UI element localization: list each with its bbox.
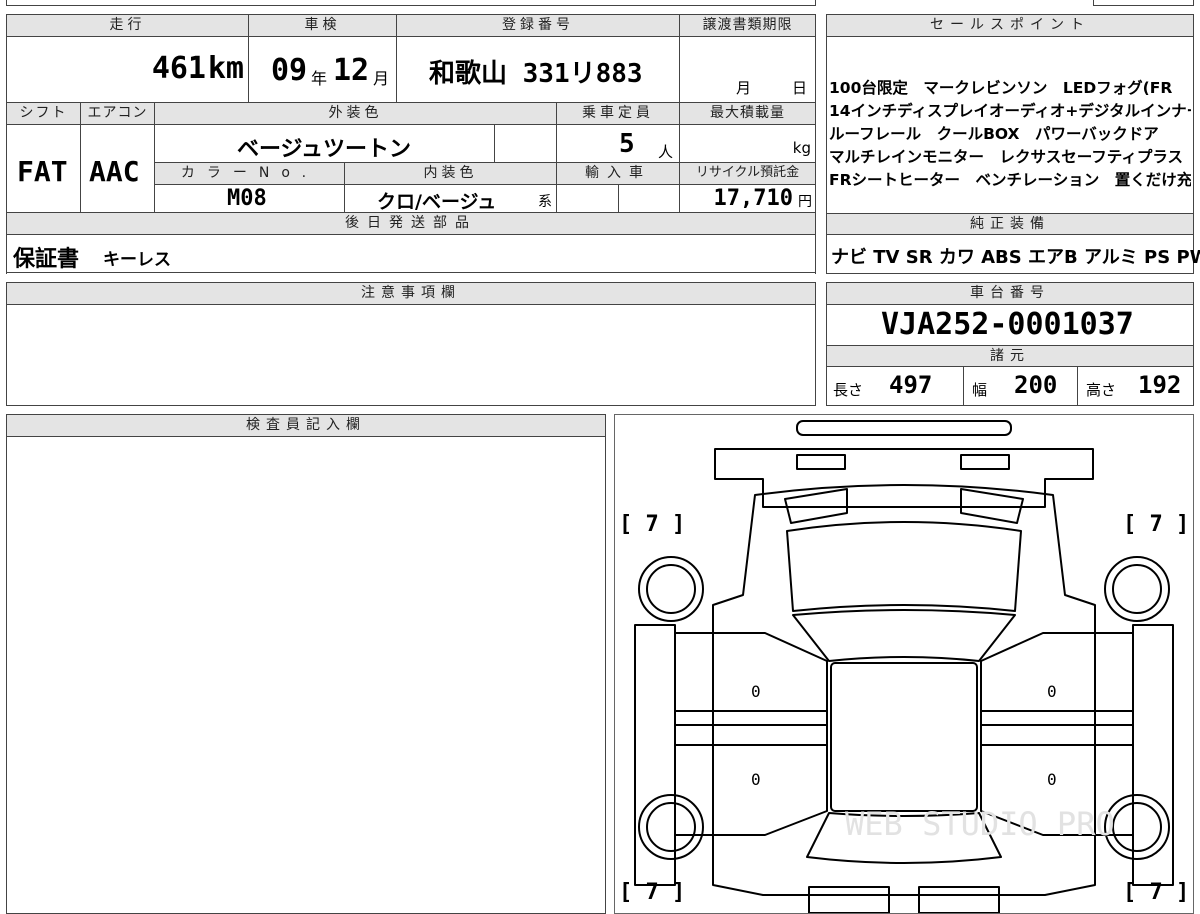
- watermark-text: WEB STUDIO PRO: [845, 805, 1115, 843]
- exterior-color-sub: [495, 125, 557, 163]
- genuine-equipment-header: 純正装備: [827, 213, 1193, 235]
- import-header: 輸入車: [557, 163, 680, 185]
- inspection-month: 12: [333, 53, 370, 88]
- max-load-header: 最大積載量: [680, 103, 815, 125]
- import-cell-right: [619, 185, 680, 213]
- registration-value: 和歌山 331リ883: [429, 59, 643, 89]
- notes-box: 注意事項欄: [6, 282, 816, 406]
- length-value: 497: [889, 371, 933, 399]
- door-mark-front-right: 0: [1047, 682, 1057, 701]
- later-parts-header: 後日発送部品: [7, 213, 815, 235]
- recycle-cell: 17,710 円: [680, 185, 815, 213]
- sales-point-line: FRシートヒーター ベンチレーション 置くだけ充: [829, 171, 1191, 189]
- door-mark-rear-right: 0: [1047, 770, 1057, 789]
- interior-color-value: クロ/ベージュ: [377, 191, 497, 213]
- tire-mark-rear-left: [ 7 ]: [619, 880, 685, 905]
- exterior-color-header: 外装色: [155, 103, 557, 125]
- interior-color-header: 内装色: [345, 163, 557, 185]
- inspector-box: 検査員記入欄: [6, 414, 606, 914]
- later-parts-value: 保証書: [13, 247, 80, 272]
- sales-point-line: 100台限定 マークレビンソン LEDフォグ(FR: [829, 79, 1173, 97]
- capacity-value: 5: [619, 129, 635, 159]
- chassis-box: 車台番号 VJA252-0001037 諸元 長さ 497 幅 200 高さ 1…: [826, 282, 1194, 406]
- later-parts-cell: 保証書 キーレス: [7, 235, 815, 273]
- exterior-color-cell: ベージュツートン: [155, 125, 495, 163]
- recycle-unit: 円: [798, 194, 812, 210]
- sales-point-line: 14インチディスプレイオーディオ+デジタルインナーミラ: [829, 102, 1191, 120]
- spec-length: 長さ 497: [827, 367, 964, 405]
- registration-cell: 和歌山 331リ883: [397, 37, 680, 103]
- inspector-header: 検査員記入欄: [7, 415, 605, 437]
- interior-color-cell: クロ/ベージュ 系: [345, 185, 557, 213]
- aircon-value: AAC: [89, 155, 140, 188]
- transfer-deadline-header: 譲渡書類期限: [680, 15, 815, 37]
- tire-mark-rear-right: [ 7 ]: [1123, 880, 1189, 905]
- capacity-unit: 人: [657, 143, 673, 161]
- sales-points-list: 100台限定 マークレビンソン LEDフォグ(FR 14インチディスプレイオーデ…: [829, 77, 1191, 192]
- max-load-cell: kg: [680, 125, 815, 163]
- capacity-header: 乗車定員: [557, 103, 680, 125]
- sales-point-line: マルチレインモニター レクサスセーフティプラス: [829, 148, 1184, 166]
- spec-width: 幅 200: [964, 367, 1078, 405]
- spec-height: 高さ 192: [1078, 367, 1193, 405]
- shift-header: シフト: [7, 103, 81, 125]
- genuine-equipment-value: ナビ TV SR カワ ABS エアB アルミ PS PW: [831, 247, 1200, 268]
- sales-point-line: ルーフレール クールBOX パワーバックドア: [829, 125, 1159, 143]
- mileage-header: 走行: [7, 15, 249, 37]
- inspection-year: 09: [271, 53, 308, 88]
- height-value: 192: [1138, 371, 1182, 399]
- shift-cell: FAT: [7, 125, 81, 213]
- sales-points-header: セールスポイント: [827, 15, 1193, 37]
- vehicle-info-table: 走行 車検 登録番号 譲渡書類期限 461 km 09 年 12 月 和歌山 3…: [6, 14, 816, 274]
- top-strip-left: [6, 0, 816, 6]
- inspection-year-unit: 年: [311, 69, 328, 88]
- transfer-month-unit: 月: [736, 79, 752, 97]
- registration-header: 登録番号: [397, 15, 680, 37]
- capacity-cell: 5 人: [557, 125, 680, 163]
- transfer-deadline-cell: 月 日: [680, 37, 815, 103]
- length-label: 長さ: [833, 381, 864, 399]
- inspection-month-unit: 月: [373, 69, 390, 88]
- recycle-header: リサイクル預託金: [680, 163, 815, 185]
- shift-value: FAT: [17, 155, 68, 188]
- inspection-header: 車検: [249, 15, 397, 37]
- top-strip-right: [1093, 0, 1194, 6]
- transfer-day-unit: 日: [791, 79, 807, 97]
- spec-header: 諸元: [827, 345, 1193, 367]
- aircon-cell: AAC: [81, 125, 155, 213]
- width-value: 200: [1014, 371, 1058, 399]
- height-label: 高さ: [1086, 381, 1117, 399]
- later-parts-extra: キーレス: [103, 250, 171, 270]
- vehicle-diagram-box: [ 7 ] [ 7 ] [ 7 ] [ 7 ] 0 0 0 0 WEB STUD…: [614, 414, 1194, 914]
- vehicle-diagram: [ 7 ] [ 7 ] [ 7 ] [ 7 ] 0 0 0 0 WEB STUD…: [619, 420, 1189, 913]
- chassis-number: VJA252-0001037: [881, 307, 1134, 342]
- max-load-unit: kg: [792, 139, 811, 157]
- notes-header: 注意事項欄: [7, 283, 815, 305]
- tire-mark-front-left: [ 7 ]: [619, 512, 685, 537]
- color-no-value: M08: [227, 186, 267, 211]
- color-no-header: カラーNo.: [155, 163, 345, 185]
- tire-mark-front-right: [ 7 ]: [1123, 512, 1189, 537]
- door-mark-rear-left: 0: [751, 770, 761, 789]
- aircon-header: エアコン: [81, 103, 155, 125]
- mileage-cell: 461 km: [7, 37, 249, 103]
- sales-points-box: セールスポイント 100台限定 マークレビンソン LEDフォグ(FR 14インチ…: [826, 14, 1200, 274]
- mileage-unit: km: [207, 51, 244, 86]
- chassis-header: 車台番号: [827, 283, 1193, 305]
- door-mark-front-left: 0: [751, 682, 761, 701]
- inspection-cell: 09 年 12 月: [249, 37, 397, 103]
- interior-color-suffix: 系: [538, 194, 552, 210]
- import-cell-left: [557, 185, 619, 213]
- mileage-value: 461: [151, 51, 206, 86]
- recycle-value: 17,710: [713, 186, 793, 211]
- width-label: 幅: [972, 381, 988, 399]
- color-no-cell: M08: [155, 185, 345, 213]
- exterior-color-value: ベージュツートン: [237, 137, 412, 162]
